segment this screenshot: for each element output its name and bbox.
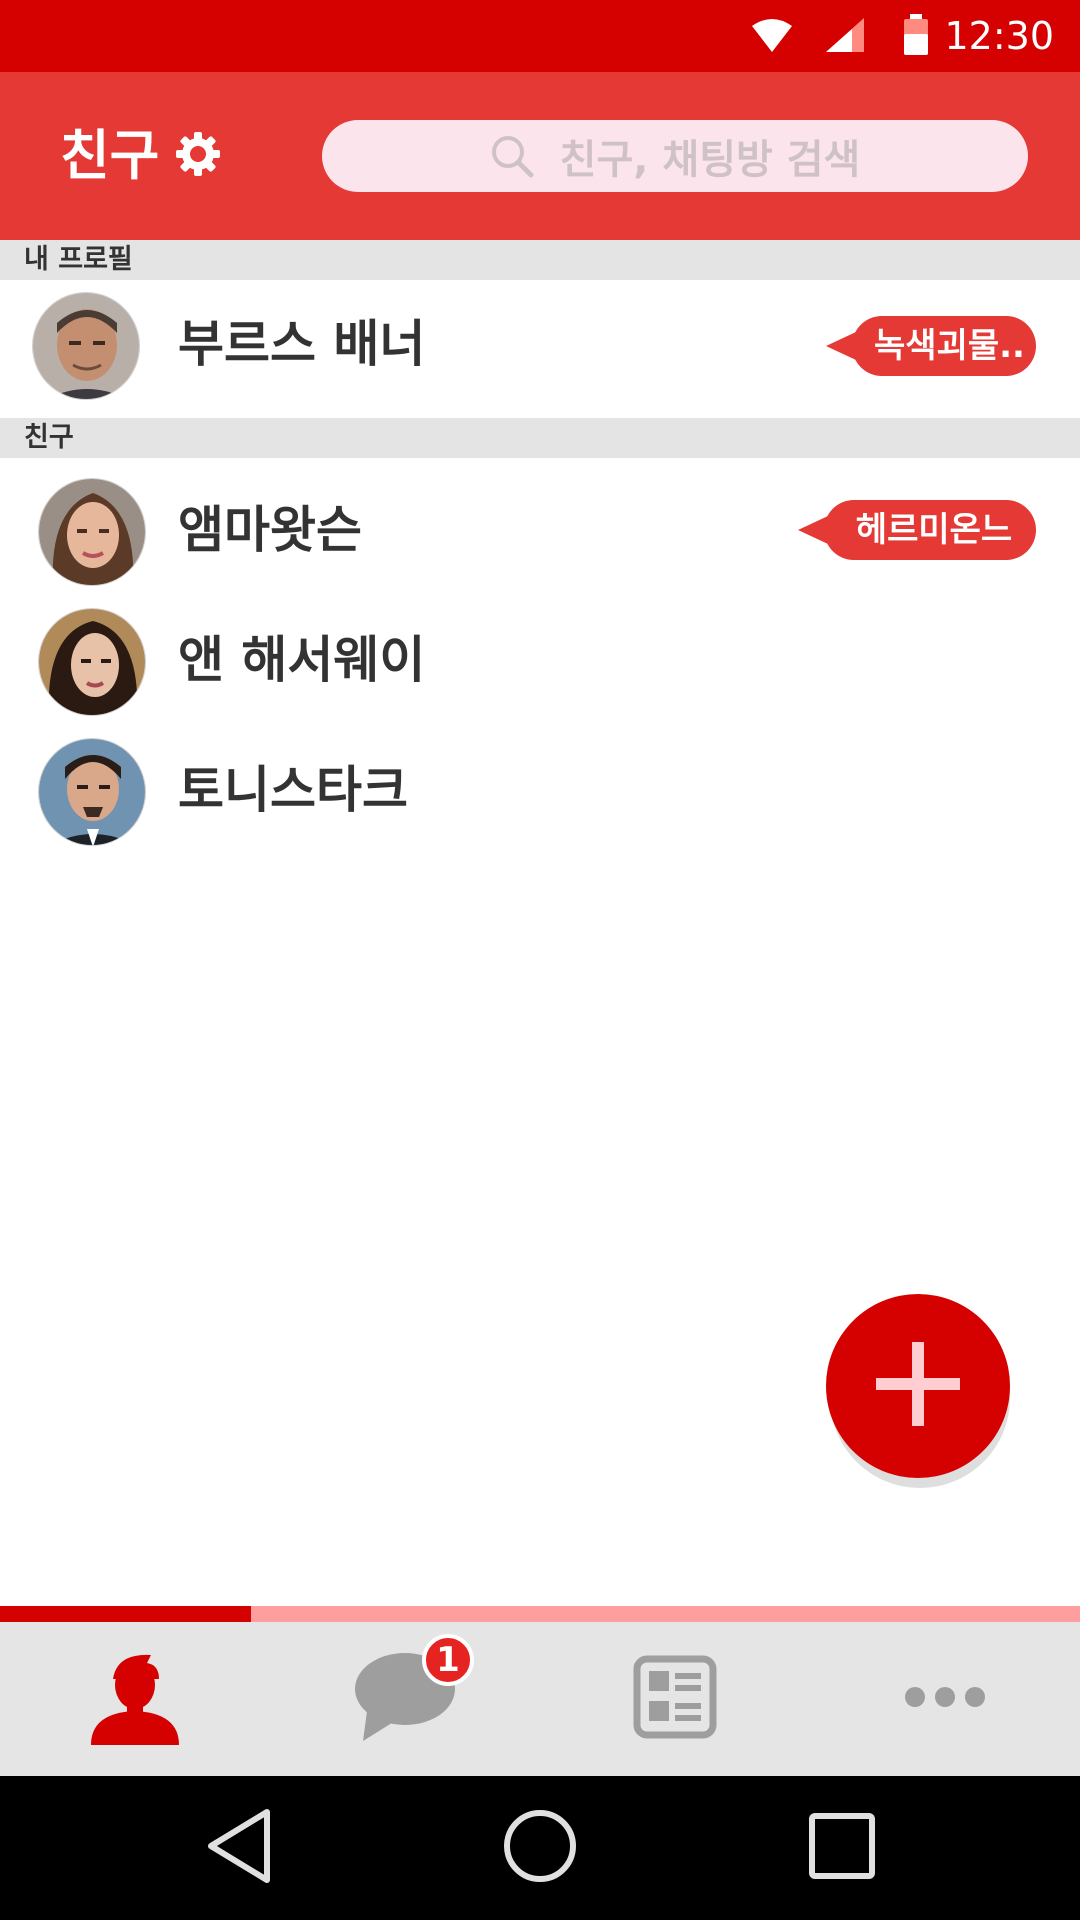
my-profile-row[interactable]: 부르스 배너 녹색괴물..: [0, 280, 1080, 418]
back-icon: [205, 1808, 275, 1888]
friend-row-2[interactable]: 토니스타크: [0, 728, 1080, 858]
page-title: 친구: [60, 124, 160, 187]
avatar: [32, 292, 140, 400]
battery-icon: [902, 14, 930, 60]
friend-name: 토니스타크: [178, 761, 408, 819]
avatar: [38, 478, 146, 586]
add-friend-button[interactable]: [826, 1294, 1010, 1478]
gear-icon[interactable]: [176, 132, 220, 180]
tab-indicator: [0, 1606, 251, 1622]
friend-name: 앤 해서웨이: [178, 631, 426, 689]
status-message-bubble: 헤르미온느: [798, 500, 1036, 560]
section-header-my-profile: 내 프로필: [0, 240, 1080, 280]
bottom-navigation: 1: [0, 1622, 1080, 1776]
signal-icon: [826, 18, 866, 58]
system-navigation-bar: [0, 1776, 1080, 1920]
friend-row-1[interactable]: 앤 해서웨이: [0, 598, 1080, 728]
recents-button[interactable]: [762, 1776, 922, 1920]
unread-badge: 1: [422, 1634, 474, 1686]
home-icon: [502, 1808, 578, 1888]
status-time: 12:30: [944, 14, 1054, 58]
status-message-bubble: 녹색괴물..: [826, 316, 1036, 376]
search-icon: [490, 134, 534, 178]
tab-more[interactable]: [810, 1622, 1080, 1776]
plus-icon: [876, 1342, 960, 1430]
friend-row-0[interactable]: 앰마왓슨 헤르미온느: [0, 468, 1080, 598]
profile-name: 부르스 배너: [178, 315, 426, 373]
section-header-friends: 친구: [0, 418, 1080, 458]
back-button[interactable]: [160, 1776, 320, 1920]
search-placeholder: 친구, 채팅방 검색: [559, 137, 861, 183]
tab-chats[interactable]: [270, 1622, 540, 1776]
wifi-icon: [752, 18, 792, 58]
person-icon: [87, 1649, 183, 1749]
recents-icon: [808, 1812, 876, 1884]
news-icon: [633, 1655, 717, 1743]
search-input[interactable]: 친구, 채팅방 검색: [322, 120, 1028, 192]
tab-friends[interactable]: [0, 1622, 270, 1776]
avatar: [38, 608, 146, 716]
avatar: [38, 738, 146, 846]
home-button[interactable]: [460, 1776, 620, 1920]
tab-news[interactable]: [540, 1622, 810, 1776]
friend-name: 앰마왓슨: [178, 501, 362, 559]
more-dots-icon: [903, 1685, 987, 1713]
